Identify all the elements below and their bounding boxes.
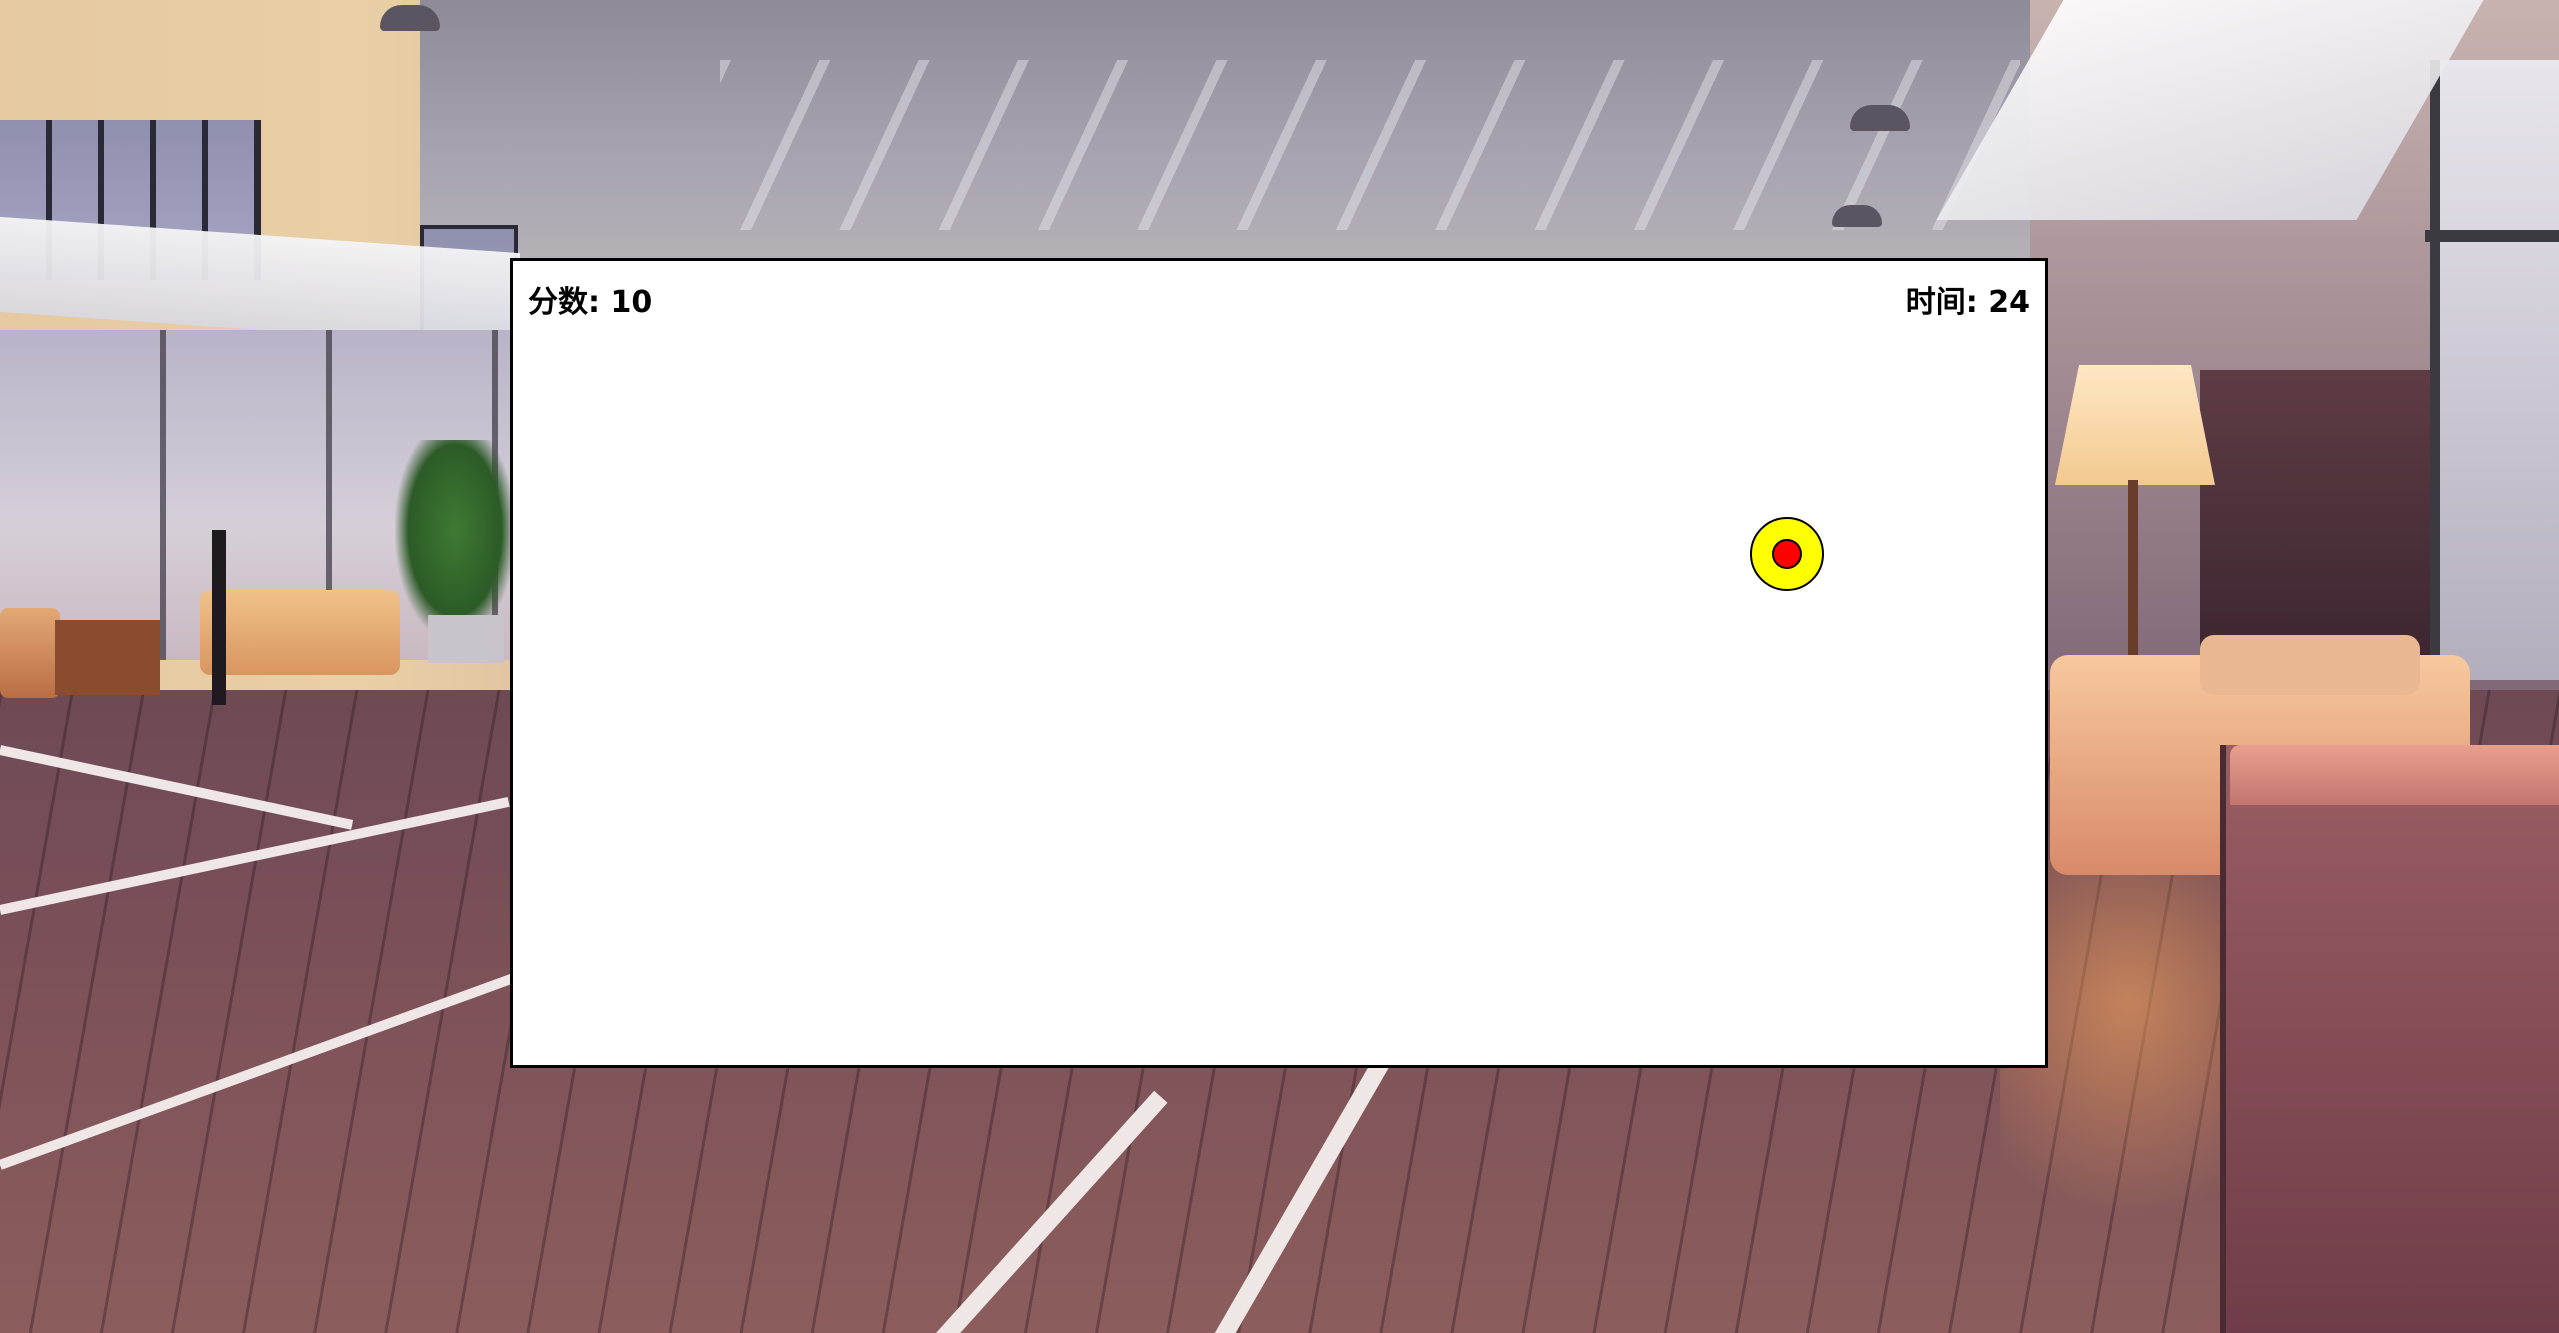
- background-table: [55, 620, 160, 695]
- time-value: 24: [1988, 285, 2030, 320]
- time-display: 时间24: [1906, 277, 2030, 321]
- background-spot-lamp: [380, 5, 440, 31]
- score-value: 10: [610, 285, 653, 320]
- score-label: 分数: [528, 285, 610, 320]
- background-window: [2430, 60, 2559, 680]
- background-sofa: [200, 590, 400, 675]
- background-pole: [212, 530, 226, 705]
- background-cabinet: [2200, 370, 2430, 660]
- background-lamp-pole: [2128, 480, 2138, 660]
- background-spot-lamp: [1832, 205, 1882, 227]
- background-sofa: [0, 608, 60, 698]
- target-bullseye[interactable]: [1772, 539, 1802, 569]
- background-dresser: [2220, 745, 2559, 1333]
- time-label: 时间: [1906, 285, 1988, 320]
- score-display: 分数10: [528, 277, 652, 321]
- background-plant: [395, 440, 515, 640]
- background-window-bar: [2425, 230, 2559, 242]
- background-lamp-shade: [2055, 365, 2215, 485]
- background-dresser-top: [2230, 745, 2559, 805]
- background-sofa-back: [2200, 635, 2420, 695]
- background-plant-pot: [428, 615, 504, 663]
- background-spot-lamp: [1850, 105, 1910, 131]
- game-board[interactable]: 分数10 时间24: [510, 258, 2048, 1068]
- target-circle[interactable]: [1750, 517, 1824, 591]
- background-ceiling-truss: [720, 60, 2020, 230]
